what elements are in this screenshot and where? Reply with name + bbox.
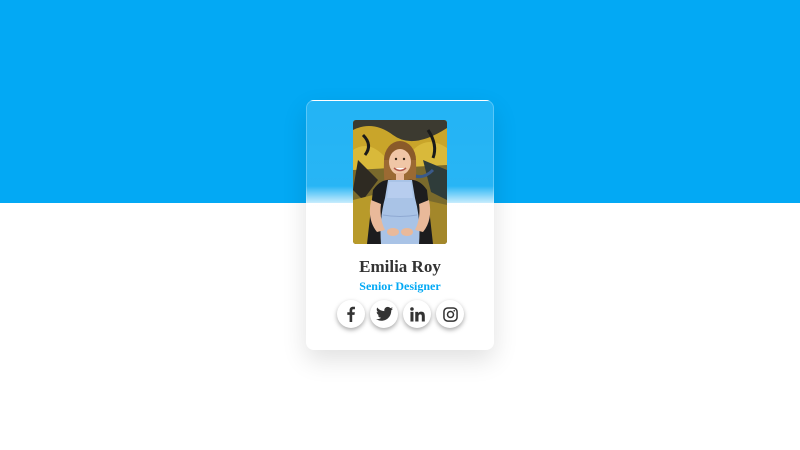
instagram-button[interactable] bbox=[436, 300, 464, 328]
profile-name: Emilia Roy bbox=[359, 257, 441, 276]
linkedin-button[interactable] bbox=[403, 300, 431, 328]
linkedin-icon bbox=[409, 306, 425, 322]
facebook-button[interactable] bbox=[337, 300, 365, 328]
twitter-button[interactable] bbox=[370, 300, 398, 328]
facebook-icon bbox=[347, 306, 355, 322]
profile-role: Senior Designer bbox=[359, 279, 441, 293]
social-links bbox=[335, 300, 467, 330]
profile-photo bbox=[353, 120, 447, 244]
twitter-icon bbox=[375, 306, 393, 321]
profile-card: Emilia Roy Senior Designer bbox=[306, 100, 494, 350]
instagram-icon bbox=[442, 306, 458, 322]
